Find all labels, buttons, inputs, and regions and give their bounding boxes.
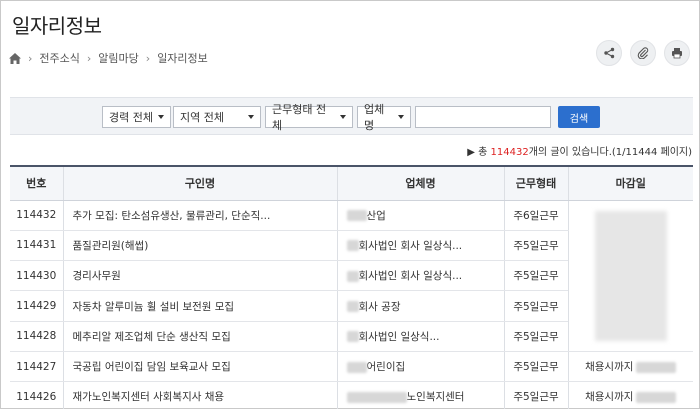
header-company: 업체명 — [336, 165, 504, 201]
page-title: 일자리정보 — [12, 14, 102, 38]
page-tools — [596, 40, 690, 66]
work-type-select-value: 근무형태 전체 — [272, 103, 327, 132]
row-title[interactable]: 자동차 알루미늄 휠 설비 보전원 모집 — [62, 290, 337, 322]
redacted-text — [636, 391, 677, 403]
company-text: 노인복지센터 — [406, 391, 465, 404]
table-row[interactable]: 114432 추가 모집: 탄소섬유생산, 물류관리, 단순직... 산업 주6… — [10, 200, 693, 352]
row-no: 114427 — [10, 351, 63, 383]
breadcrumb-item-news[interactable]: 전주소식 — [39, 50, 79, 66]
row-deadline: 채용시까지 — [567, 351, 693, 383]
row-no: 114431 — [10, 230, 63, 262]
redacted-text — [346, 210, 367, 222]
job-table: 번호 구인명 업체명 근무형태 마감일 114432 추가 모집: 탄소섬유생산… — [10, 165, 693, 409]
row-title[interactable]: 추가 모집: 탄소섬유생산, 물류관리, 단순직... — [62, 200, 337, 231]
row-work-type: 주5일근무 — [503, 321, 568, 352]
row-work-type: 주5일근무 — [503, 351, 568, 383]
row-title[interactable]: 재가노인복지센터 사회복지사 채용 — [62, 381, 337, 409]
chevron-right-icon: › — [145, 51, 151, 65]
header-work-type: 근무형태 — [503, 165, 568, 201]
share-icon — [604, 47, 615, 59]
row-company: 산업 — [336, 200, 504, 231]
summary-suffix: 개의 글이 있습니다.(1/11444 페이지) — [528, 147, 692, 158]
row-company: 회사법인 회사 일상식... — [336, 260, 504, 292]
print-icon — [672, 48, 682, 59]
redacted-text — [346, 391, 407, 403]
result-count: 114432 — [490, 147, 529, 158]
home-icon[interactable] — [9, 52, 21, 64]
chevron-right-icon: › — [28, 51, 33, 65]
company-text: 어린이집 — [366, 361, 406, 374]
row-work-type: 주6일근무 — [503, 200, 568, 231]
redacted-text — [346, 331, 359, 343]
row-company: 어린이집 — [336, 351, 504, 383]
row-no: 114430 — [10, 260, 63, 292]
search-field-select[interactable]: 업체명 — [357, 103, 411, 132]
company-text: 회사법인 회사 일상식... — [358, 239, 463, 252]
redacted-text — [346, 270, 359, 282]
deadline-text: 채용시까지 — [585, 361, 634, 374]
breadcrumb-item-jobs[interactable]: 일자리정보 — [157, 50, 208, 66]
chevron-down-icon — [158, 115, 164, 119]
company-text: 회사 공장 — [358, 300, 401, 313]
deadline-text: 채용시까지 — [585, 391, 634, 404]
table-row[interactable]: 114427 국공립 어린이집 담임 보육교사 모집 어린이집 주5일근무 채용… — [10, 351, 693, 383]
summary-prefix: ▶ 총 — [467, 147, 488, 158]
career-select[interactable]: 경력 전체 — [102, 106, 171, 128]
row-no: 114426 — [10, 381, 63, 409]
company-text: 회사법인 회사 일상식... — [358, 270, 463, 283]
row-title[interactable]: 품질관리원(해썹) — [62, 230, 337, 262]
company-text: 회사법인 일상식... — [358, 330, 440, 343]
row-work-type: 주5일근무 — [503, 260, 568, 292]
attach-button[interactable] — [630, 40, 656, 66]
search-panel: 경력 전체 지역 전체 근무형태 전체 업체명 검색 — [10, 97, 693, 135]
chevron-down-icon — [398, 115, 404, 119]
row-company: 회사 공장 — [336, 290, 504, 322]
redacted-text — [636, 361, 677, 373]
row-deadline: 채용시까지 — [567, 381, 693, 409]
row-title[interactable]: 국공립 어린이집 담임 보육교사 모집 — [62, 351, 337, 383]
print-button[interactable] — [664, 40, 690, 66]
redacted-text — [346, 361, 367, 373]
chevron-right-icon: › — [86, 51, 92, 65]
row-company: 회사법인 회사 일상식... — [336, 230, 504, 262]
chevron-down-icon — [248, 115, 254, 119]
header-no: 번호 — [10, 165, 63, 201]
breadcrumb: › 전주소식 › 알림마당 › 일자리정보 — [9, 50, 208, 66]
search-button[interactable]: 검색 — [558, 106, 600, 128]
search-field-select-value: 업체명 — [364, 103, 385, 132]
header-deadline: 마감일 — [567, 165, 693, 201]
row-title[interactable]: 메추리알 제조업체 단순 생산직 모집 — [62, 321, 337, 352]
redacted-text — [594, 210, 667, 341]
career-select-value: 경력 전체 — [109, 111, 153, 124]
share-button[interactable] — [596, 40, 622, 66]
row-no: 114429 — [10, 290, 63, 322]
row-title[interactable]: 경리사무원 — [62, 260, 337, 292]
redacted-text — [346, 301, 359, 313]
region-select[interactable]: 지역 전체 — [173, 106, 261, 128]
row-no: 114428 — [10, 321, 63, 352]
row-work-type: 주5일근무 — [503, 290, 568, 322]
chevron-down-icon — [340, 115, 346, 119]
work-type-select[interactable]: 근무형태 전체 — [265, 103, 353, 132]
row-company: 노인복지센터 — [336, 381, 504, 409]
table-header: 번호 구인명 업체명 근무형태 마감일 — [10, 165, 693, 201]
row-deadline — [567, 200, 693, 352]
region-select-value: 지역 전체 — [180, 111, 224, 124]
row-company: 회사법인 일상식... — [336, 321, 504, 352]
paperclip-icon — [637, 47, 649, 59]
row-no: 114432 — [10, 200, 63, 231]
table-row[interactable]: 114426 재가노인복지센터 사회복지사 채용 노인복지센터 주5일근무 채용… — [10, 381, 693, 409]
breadcrumb-item-notice[interactable]: 알림마당 — [98, 50, 138, 66]
row-work-type: 주5일근무 — [503, 381, 568, 409]
redacted-text — [346, 240, 359, 252]
row-work-type: 주5일근무 — [503, 230, 568, 262]
company-text: 산업 — [366, 209, 386, 222]
header-title: 구인명 — [62, 165, 337, 201]
search-input[interactable] — [415, 106, 551, 128]
result-summary: ▶ 총 114432개의 글이 있습니다.(1/11444 페이지) — [467, 143, 692, 158]
